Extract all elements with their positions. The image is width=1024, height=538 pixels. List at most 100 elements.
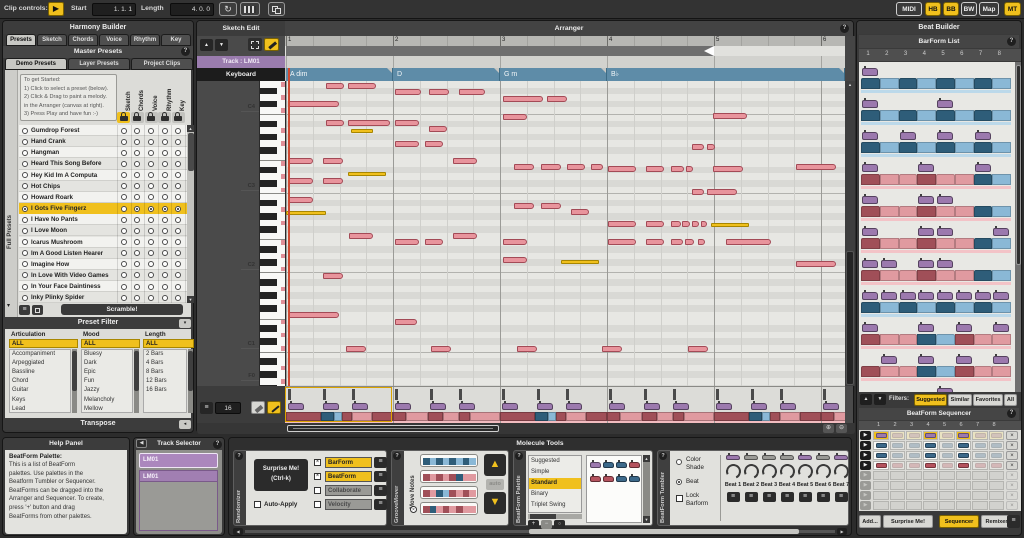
note[interactable]: [431, 346, 451, 352]
groove-auto-button[interactable]: auto: [486, 479, 504, 490]
rhythm-segment[interactable]: [684, 412, 714, 421]
rhythm-segment[interactable]: [406, 412, 428, 421]
rhythm-segment[interactable]: [749, 412, 762, 421]
rhythm-beatform[interactable]: [823, 403, 839, 410]
preset-col-radio[interactable]: [175, 250, 181, 256]
sequencer-cell[interactable]: [890, 441, 906, 450]
note[interactable]: [682, 221, 690, 227]
sequencer-cell[interactable]: [939, 471, 955, 480]
note[interactable]: [289, 158, 313, 164]
sequencer-cell[interactable]: [939, 481, 955, 490]
barform-beat[interactable]: [993, 292, 1009, 300]
randomize-checkbox-barform[interactable]: ×: [314, 459, 321, 466]
rhythm-segment[interactable]: [428, 412, 443, 421]
randomize-field-barform[interactable]: BarForm: [325, 457, 372, 468]
rhythm-segment[interactable]: [657, 412, 673, 421]
randomize-menu-barform[interactable]: ≡: [374, 457, 387, 468]
sequencer-cell[interactable]: [956, 451, 972, 460]
beat-menu-5[interactable]: ≡: [799, 492, 812, 502]
groove-pattern-2[interactable]: [420, 486, 478, 499]
preset-radio[interactable]: [22, 150, 28, 156]
note[interactable]: [692, 221, 699, 227]
note[interactable]: [503, 114, 527, 120]
preset-col-radio[interactable]: [162, 139, 168, 145]
preset-col-radio[interactable]: [162, 150, 168, 156]
sequencer-cell[interactable]: [906, 441, 922, 450]
barform-beat[interactable]: [975, 292, 991, 300]
preset-col-radio[interactable]: [175, 172, 181, 178]
barform-row[interactable]: [861, 193, 1011, 225]
barform-beat[interactable]: [862, 132, 878, 140]
palette-category-simple[interactable]: Simple: [529, 467, 581, 478]
preset-col-radio[interactable]: [134, 272, 140, 278]
lock-icon[interactable]: [172, 112, 185, 123]
sequencer-cell[interactable]: [923, 461, 939, 470]
preset-col-radio[interactable]: [162, 284, 168, 290]
preset-col-radio[interactable]: [121, 161, 127, 167]
preset-radio[interactable]: [22, 250, 28, 256]
tab-key[interactable]: Key: [161, 34, 191, 46]
sequencer-clear-button-7[interactable]: ×: [1006, 491, 1018, 500]
chord-region-B♭[interactable]: B♭: [607, 68, 845, 81]
sequencer-cell[interactable]: [923, 501, 939, 510]
chord-region-G-m[interactable]: G m: [500, 68, 607, 81]
preset-col-radio[interactable]: [148, 128, 154, 134]
surprise-me-button[interactable]: Surprise Me!(Ctrl-k): [254, 459, 308, 491]
note-selected[interactable]: [561, 260, 599, 264]
sequencer-cell[interactable]: [890, 471, 906, 480]
preset-radio[interactable]: [22, 139, 28, 145]
sequencer-cell[interactable]: [956, 431, 972, 440]
note[interactable]: [701, 221, 707, 227]
preset-col-radio[interactable]: [134, 206, 140, 212]
sequencer-play-button-7[interactable]: ▶: [860, 491, 871, 500]
preset-col-radio[interactable]: [175, 239, 181, 245]
note[interactable]: [326, 120, 344, 126]
preset-row[interactable]: Gumdrop Forest: [19, 125, 187, 136]
rhythm-beatform[interactable]: [459, 403, 475, 410]
rhythm-beatform[interactable]: [673, 403, 689, 410]
sequencer-cell[interactable]: [923, 491, 939, 500]
preset-row[interactable]: Heard This Song Before: [19, 158, 187, 169]
preset-col-radio[interactable]: [148, 272, 154, 278]
window-button-mt[interactable]: MT: [1004, 2, 1021, 16]
palette-search-button[interactable]: ○: [554, 520, 565, 529]
rhythm-segment[interactable]: [762, 412, 769, 421]
note[interactable]: [646, 239, 664, 245]
rhythm-segment[interactable]: [556, 412, 567, 421]
preset-col-radio[interactable]: [121, 261, 127, 267]
note[interactable]: [692, 144, 704, 150]
palette-beatform-purple[interactable]: [590, 462, 601, 468]
sequencer-cell[interactable]: [972, 471, 988, 480]
palette-grid[interactable]: [586, 455, 642, 523]
rhythm-segment[interactable]: [535, 412, 548, 421]
beat-menu-1[interactable]: ≡: [727, 492, 740, 502]
chord-region-D[interactable]: D: [393, 68, 500, 81]
randomize-checkbox-beatform[interactable]: ×: [314, 473, 321, 480]
rhythm-segment[interactable]: [566, 412, 585, 421]
note[interactable]: [395, 120, 419, 126]
note[interactable]: [698, 239, 705, 245]
note-selected[interactable]: [351, 129, 373, 133]
beat-knob-5[interactable]: [795, 462, 814, 481]
arranger-help-icon[interactable]: ?: [840, 24, 849, 33]
scroll-up-button[interactable]: ▲: [200, 39, 213, 51]
loop-end-marker[interactable]: [704, 46, 714, 56]
preset-col-radio[interactable]: [175, 228, 181, 234]
barform-beat[interactable]: [956, 292, 972, 300]
note[interactable]: [796, 261, 836, 267]
preset-col-radio[interactable]: [148, 150, 154, 156]
note[interactable]: [541, 203, 561, 209]
rhythm-segment[interactable]: [620, 412, 642, 421]
filter-scroll-thumb-2[interactable]: [188, 351, 193, 391]
preset-col-radio[interactable]: [148, 194, 154, 200]
beatform-tumbler-help-icon[interactable]: ?: [659, 452, 667, 460]
barform-row[interactable]: [861, 97, 1011, 129]
barform-beat[interactable]: [993, 356, 1009, 364]
sequencer-cell[interactable]: [890, 461, 906, 470]
preset-radio[interactable]: [22, 261, 28, 267]
beat-menu-2[interactable]: ≡: [745, 492, 758, 502]
barform-beat[interactable]: [918, 292, 934, 300]
sequencer-cell[interactable]: [972, 451, 988, 460]
sequencer-cell[interactable]: [972, 441, 988, 450]
barform-beat[interactable]: [900, 292, 916, 300]
